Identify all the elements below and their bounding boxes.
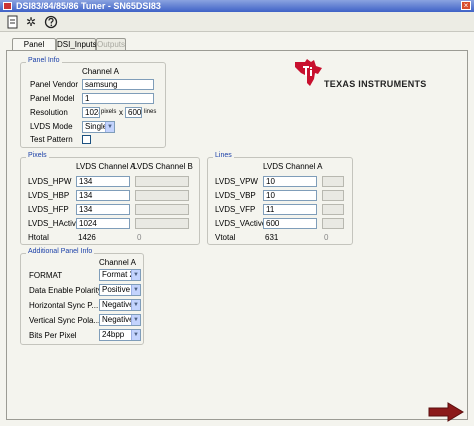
pixels-group: Pixels LVDS Channel A LVDS Channel B LVD…	[20, 152, 200, 245]
resolution-label: Resolution	[30, 108, 68, 117]
vfp-label: LVDS_VFP	[215, 205, 256, 214]
panel-model-input[interactable]: 1	[82, 93, 154, 104]
vactive-label: LVDS_VActive	[215, 219, 267, 228]
pixels-unit-label: pixels	[101, 109, 117, 115]
group-title: Additional Panel Info	[26, 248, 95, 255]
vtotal-label: Vtotal	[215, 233, 236, 242]
hbp-b-input	[135, 190, 189, 201]
hpw-b-input	[135, 176, 189, 187]
format-select[interactable]: Format 2 ▼	[99, 269, 141, 281]
test-pattern-label: Test Pattern	[30, 135, 73, 144]
gear-icon[interactable]: ✲	[24, 15, 38, 29]
chevron-down-icon: ▼	[131, 330, 140, 340]
de-polarity-value: Positive	[102, 285, 131, 294]
vfp-b-input	[322, 204, 344, 215]
resolution-width-input[interactable]: 1024	[82, 107, 100, 118]
panel-vendor-label: Panel Vendor	[30, 80, 79, 89]
bpp-select[interactable]: 24bpp ▼	[99, 329, 141, 341]
vfp-a-input[interactable]: 11	[263, 204, 317, 215]
lines-group: Lines LVDS Channel A LVDS_VPW 10 LVDS_VB…	[207, 152, 353, 245]
additional-channel-a-header: Channel A	[99, 258, 136, 267]
vtotal-a-value: 631	[265, 233, 279, 242]
hpw-a-input[interactable]: 134	[76, 176, 130, 187]
hactive-b-input	[135, 218, 189, 229]
title-bar: DSI83/84/85/86 Tuner - SN65DSI83 ×	[0, 0, 474, 12]
hbp-a-input[interactable]: 134	[76, 190, 130, 201]
additional-panel-info-group: Additional Panel Info Channel A FORMAT F…	[20, 248, 144, 345]
bpp-label: Bits Per Pixel	[29, 331, 77, 340]
chevron-down-icon: ▼	[131, 300, 140, 310]
hactive-a-input[interactable]: 1024	[76, 218, 130, 229]
hsync-polarity-select[interactable]: Negative ▼	[99, 299, 141, 311]
hactive-label: LVDS_HActive	[28, 219, 81, 228]
panel-model-label: Panel Model	[30, 94, 75, 103]
de-polarity-select[interactable]: Positive ▼	[99, 284, 141, 296]
vsync-polarity-value: Negative	[102, 315, 134, 324]
toolbar: ✲	[0, 12, 474, 32]
lines-unit-label: lines	[144, 109, 157, 115]
lvds-mode-value: Single	[85, 122, 108, 131]
hfp-a-input[interactable]: 134	[76, 204, 130, 215]
chevron-down-icon: ▼	[105, 122, 114, 132]
hpw-label: LVDS_HPW	[28, 177, 72, 186]
group-title: Panel Info	[26, 57, 62, 64]
vsync-polarity-label: Vertical Sync Pola...	[29, 316, 101, 325]
vbp-label: LVDS_VBP	[215, 191, 256, 200]
vactive-a-input[interactable]: 600	[263, 218, 317, 229]
hfp-b-input	[135, 204, 189, 215]
help-icon[interactable]	[44, 15, 58, 29]
window-title: DSI83/84/85/86 Tuner - SN65DSI83	[16, 1, 161, 11]
chevron-down-icon: ▼	[131, 270, 140, 280]
close-icon[interactable]: ×	[461, 1, 471, 10]
hsync-polarity-value: Negative	[102, 300, 134, 309]
group-title: Pixels	[26, 152, 49, 159]
htotal-label: Htotal	[28, 233, 49, 242]
vtotal-b-value: 0	[324, 233, 329, 242]
vsync-polarity-select[interactable]: Negative ▼	[99, 314, 141, 326]
times-label: x	[119, 108, 123, 117]
bpp-value: 24bpp	[102, 330, 125, 339]
ti-logo-icon	[292, 58, 324, 88]
group-title: Lines	[213, 152, 234, 159]
channel-a-header: Channel A	[82, 67, 119, 76]
ti-logo-text: Texas Instruments	[324, 79, 427, 89]
htotal-b-value: 0	[137, 233, 142, 242]
vbp-a-input[interactable]: 10	[263, 190, 317, 201]
hfp-label: LVDS_HFP	[28, 205, 69, 214]
format-value: Format 2	[102, 270, 135, 279]
chevron-down-icon: ▼	[131, 285, 140, 295]
hsync-polarity-label: Horizontal Sync P...	[29, 301, 99, 310]
chevron-down-icon: ▼	[131, 315, 140, 325]
app-icon	[3, 2, 12, 10]
next-arrow-icon[interactable]	[428, 402, 464, 422]
format-label: FORMAT	[29, 271, 63, 280]
pixels-channel-b-header: LVDS Channel B	[133, 162, 193, 171]
hbp-label: LVDS_HBP	[28, 191, 70, 200]
lvds-mode-select[interactable]: Single ▼	[82, 121, 115, 133]
panel-info-group: Panel Info Channel A Panel Vendor samsun…	[20, 57, 166, 148]
test-pattern-checkbox[interactable]	[82, 135, 91, 144]
panel-vendor-input[interactable]: samsung	[82, 79, 154, 90]
lines-channel-a-header: LVDS Channel A	[263, 162, 323, 171]
vpw-b-input	[322, 176, 344, 187]
de-polarity-label: Data Enable Polarity	[29, 286, 102, 295]
pixels-channel-a-header: LVDS Channel A	[76, 162, 136, 171]
vactive-b-input	[322, 218, 344, 229]
vpw-a-input[interactable]: 10	[263, 176, 317, 187]
vbp-b-input	[322, 190, 344, 201]
document-icon[interactable]	[6, 15, 20, 29]
lvds-mode-label: LVDS Mode	[30, 122, 73, 131]
vpw-label: LVDS_VPW	[215, 177, 258, 186]
resolution-height-input[interactable]: 600	[125, 107, 142, 118]
htotal-a-value: 1426	[78, 233, 96, 242]
